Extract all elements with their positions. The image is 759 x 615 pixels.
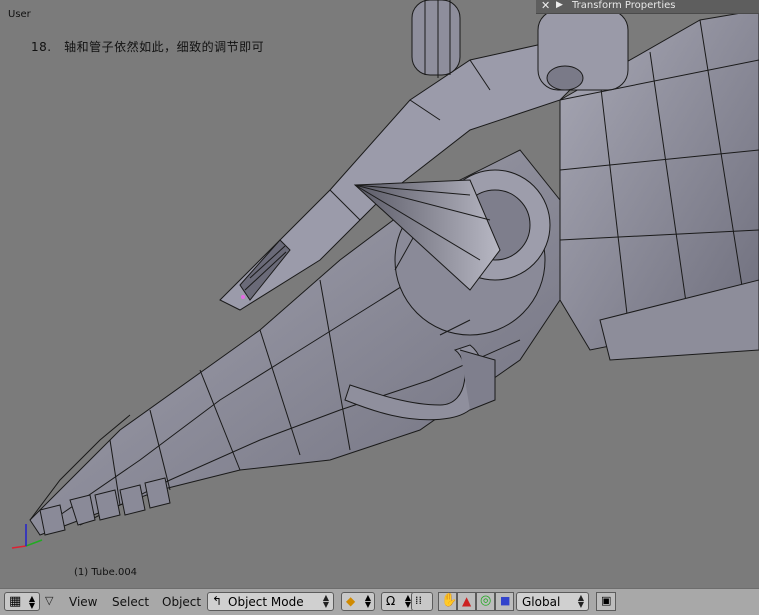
mesh-model[interactable] bbox=[0, 0, 759, 588]
chevron-down-icon[interactable]: ▽ bbox=[45, 594, 53, 607]
object-info: (1) Tube.004 bbox=[74, 567, 138, 578]
snap-button[interactable]: ⁞⁞ bbox=[411, 592, 433, 611]
draw-type-button[interactable]: ◆ ▲ ▼ bbox=[341, 592, 375, 611]
scale-icon: ■ bbox=[500, 594, 511, 607]
tutorial-caption: 18. 轴和管子依然如此，细致的调节即可 bbox=[31, 40, 265, 54]
updown-arrows-icon: ▲ ▼ bbox=[364, 593, 371, 609]
mode-icon: ↰ bbox=[212, 594, 223, 608]
updown-arrows-icon: ▲ ▼ bbox=[322, 593, 329, 609]
x-axis-line bbox=[11, 545, 27, 549]
hand-icon: ✋ bbox=[441, 593, 458, 608]
updown-arrows-icon: ▲ ▼ bbox=[577, 593, 584, 609]
render-icon: ▣ bbox=[601, 594, 612, 607]
close-icon[interactable]: ✕ bbox=[541, 0, 550, 12]
updown-arrows-icon: ▲ ▼ bbox=[28, 594, 35, 610]
panel-title: Transform Properties bbox=[572, 0, 676, 11]
render-button[interactable]: ▣ bbox=[596, 592, 616, 611]
3d-viewport[interactable]: User 18. 轴和管子依然如此，细致的调节即可 (1) Tube.004 ✕… bbox=[0, 0, 759, 588]
transform-properties-panel-header[interactable]: ✕ ▶ Transform Properties bbox=[536, 0, 759, 14]
3d-view-header: ▦ ▲ ▼ ▽ View Select Object ↰ Object Mode … bbox=[0, 588, 759, 615]
rotate-button[interactable]: ◎ bbox=[476, 592, 495, 611]
grid-view-icon: ▦ bbox=[9, 594, 22, 609]
menu-select[interactable]: Select bbox=[112, 595, 149, 609]
shading-icon: ◆ bbox=[346, 594, 356, 608]
editor-type-button[interactable]: ▦ ▲ ▼ bbox=[4, 592, 40, 611]
y-axis-line bbox=[25, 539, 43, 547]
rotate-icon: ◎ bbox=[480, 593, 492, 608]
translate-icon: ▲ bbox=[462, 594, 472, 608]
pivot-icon: Ω bbox=[386, 594, 396, 608]
mode-select[interactable]: ↰ Object Mode ▲ ▼ bbox=[207, 592, 334, 611]
triangle-right-icon[interactable]: ▶ bbox=[556, 0, 563, 10]
orientation-label: Global bbox=[522, 595, 561, 609]
snap-icon: ⁞⁞ bbox=[415, 594, 422, 607]
scale-button[interactable]: ■ bbox=[495, 592, 514, 611]
axis-gizmo bbox=[11, 524, 43, 549]
orientation-select[interactable]: Global ▲ ▼ bbox=[516, 592, 589, 611]
mode-label: Object Mode bbox=[228, 595, 304, 609]
pivot-button[interactable]: Ω ▲ ▼ bbox=[381, 592, 415, 611]
translate-button[interactable]: ▲ bbox=[457, 592, 476, 611]
manipulator-toggle[interactable]: ✋ bbox=[438, 592, 457, 611]
menu-object[interactable]: Object bbox=[162, 595, 201, 609]
menu-view[interactable]: View bbox=[69, 595, 97, 609]
view-label: User bbox=[8, 9, 31, 20]
